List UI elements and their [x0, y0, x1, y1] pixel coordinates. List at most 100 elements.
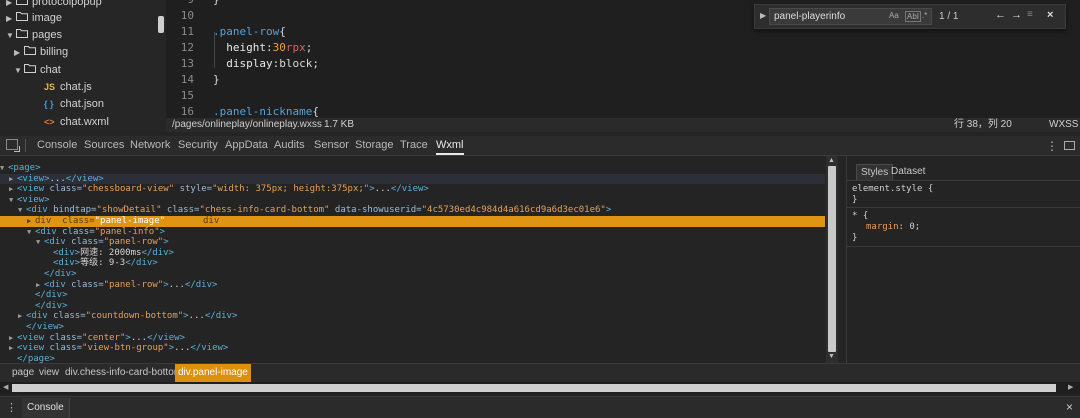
attribute-name: bindtap= [47, 205, 97, 216]
expanded-arrow-icon[interactable]: ▼ [9, 195, 17, 206]
code-token: rpx [285, 41, 306, 54]
more-options-icon[interactable]: ⋮ [1046, 139, 1058, 153]
line-number: 12 [180, 41, 194, 54]
collapsed-arrow-icon[interactable]: ▶ [18, 311, 26, 322]
wxml-node[interactable]: ▶ <view class="chessboard-view" style="wi… [0, 184, 825, 195]
expanded-arrow-icon[interactable]: ▼ [36, 237, 44, 248]
wxml-node[interactable]: </page> [0, 354, 825, 363]
wxml-node[interactable]: ▶ <div class="panel-row">...</div> [0, 280, 825, 291]
scroll-left-icon[interactable]: ◀ [3, 383, 8, 391]
language-mode[interactable]: WXSS [1049, 118, 1078, 132]
tab-sources[interactable]: Sources [84, 136, 124, 155]
expand-replace-icon[interactable]: ▶ [760, 11, 766, 20]
expanded-arrow-icon[interactable]: ▼ [27, 227, 35, 238]
tab-appdata[interactable]: AppData [225, 136, 268, 155]
tree-scrollbar-thumb[interactable] [158, 16, 164, 33]
tab-dataset[interactable]: Dataset [887, 164, 929, 180]
tab-security[interactable]: Security [178, 136, 218, 155]
match-case-toggle[interactable]: Aa [889, 11, 899, 20]
drawer-tab-console[interactable]: Console [22, 398, 70, 418]
wxml-tree[interactable]: ▼ <page> ▶ <view>...</view> ▶ <view class="ch… [0, 156, 825, 363]
next-match-icon[interactable]: → [1011, 9, 1022, 21]
cursor-position[interactable]: 行 38，列 20 [954, 118, 1012, 132]
wxml-node[interactable]: </div> [0, 301, 825, 312]
dock-side-icon[interactable] [1064, 141, 1075, 150]
wxml-node[interactable]: ▼ <div class="panel-info"> [0, 227, 825, 238]
wxml-node[interactable]: </view> [0, 322, 825, 333]
breadcrumb-item[interactable]: page [12, 364, 34, 382]
code-line[interactable]: } [213, 72, 220, 88]
collapsed-arrow-icon[interactable]: ▶ [36, 280, 44, 291]
tab-storage[interactable]: Storage [355, 136, 394, 155]
breadcrumb-item[interactable]: view [39, 364, 59, 382]
tree-item[interactable]: JS chat.js [34, 79, 92, 96]
inspect-element-icon[interactable] [6, 139, 20, 152]
collapsed-arrow-icon[interactable]: ▶ [14, 44, 24, 61]
close-drawer-icon[interactable]: × [1066, 400, 1073, 414]
tab-network[interactable]: Network [130, 136, 170, 155]
tab-trace[interactable]: Trace [400, 136, 428, 155]
find-in-selection-icon[interactable]: ≡ [1027, 9, 1033, 20]
wxml-node[interactable]: <div>网速: 2000ms</div> [0, 248, 825, 259]
collapsed-arrow-icon[interactable]: ▶ [9, 184, 17, 195]
tree-item[interactable]: ▶ image [6, 10, 62, 27]
whole-word-toggle[interactable]: AbI [905, 11, 922, 22]
tab-wxml[interactable]: Wxml [436, 136, 464, 155]
expanded-arrow-icon[interactable]: ▼ [18, 205, 26, 216]
code-line[interactable]: } [213, 0, 220, 8]
scroll-down-icon[interactable]: ▼ [828, 353, 835, 360]
expanded-arrow-icon[interactable]: ▼ [6, 27, 16, 44]
wxml-node[interactable]: </div> [0, 290, 825, 301]
code-line[interactable]: display:block; [213, 56, 319, 72]
tab-sensor[interactable]: Sensor [314, 136, 349, 155]
line-number: 14 [180, 73, 194, 86]
wxml-node[interactable]: ▼ <view> [0, 195, 825, 206]
code-line[interactable]: height:30rpx; [213, 40, 312, 56]
attribute-value: "view-btn-group" [82, 343, 169, 354]
scroll-thumb[interactable] [828, 166, 836, 352]
collapsed-arrow-icon[interactable]: ▶ [9, 343, 17, 354]
wxml-node[interactable]: ▼ <div bindtap="showDetail" class="chess-… [0, 205, 825, 216]
collapsed-arrow-icon[interactable]: ▶ [9, 333, 17, 344]
scroll-up-icon[interactable]: ▲ [828, 157, 835, 164]
attribute-value: "width: 375px; height:375px;" [212, 184, 370, 195]
close-find-icon[interactable]: × [1047, 9, 1053, 21]
wxml-node[interactable]: ▶ <view>...</view> [0, 173, 825, 185]
wxml-node[interactable]: ▶ <view class="center">...</view> [0, 333, 825, 344]
tree-item[interactable]: ▶ billing [14, 44, 68, 61]
rule-value[interactable]: : 0; [899, 222, 921, 232]
rule-declaration[interactable]: margin: 0; [866, 222, 920, 233]
tree-item[interactable]: ▼ pages [6, 27, 62, 44]
tab-console[interactable]: Console [37, 136, 77, 155]
wxml-node[interactable]: ▶ <div class="countdown-bottom">...</div> [0, 311, 825, 322]
code-line[interactable]: .panel-row{ [213, 24, 286, 40]
tree-item[interactable]: ▼ chat [14, 62, 61, 79]
collapsed-arrow-icon[interactable]: ▶ [27, 216, 35, 227]
previous-match-icon[interactable]: ← [995, 9, 1006, 21]
folder-open-icon [16, 27, 32, 44]
tab-audits[interactable]: Audits [274, 136, 305, 155]
wxml-node[interactable]: </div> [0, 269, 825, 280]
tree-item[interactable]: <> chat.wxml [34, 114, 109, 131]
wxml-node[interactable]: ▼ <page> [0, 163, 825, 174]
wxml-node[interactable]: ▶ <view class="view-btn-group">...</view> [0, 343, 825, 354]
wxml-node[interactable]: <div>等级: 9-3</div> [0, 258, 825, 269]
wxml-vertical-scrollbar[interactable]: ▲ ▼ [826, 156, 838, 363]
breadcrumb-item-active[interactable]: div.panel-image [175, 364, 251, 382]
breadcrumb-item[interactable]: div.chess-info-card-bottom [65, 364, 182, 382]
scroll-right-icon[interactable]: ▶ [1068, 383, 1073, 391]
collapsed-arrow-icon[interactable]: ▶ [6, 10, 16, 27]
wxml-node-selected[interactable]: ▶ div class="panel-image" div [0, 216, 825, 227]
drawer-menu-icon[interactable]: ⋮ [6, 401, 17, 414]
regex-toggle[interactable]: .* [922, 11, 927, 20]
tree-item[interactable]: { } chat.json [34, 96, 104, 113]
wxml-node[interactable]: ▼ <div class="panel-row"> [0, 237, 825, 248]
expanded-arrow-icon[interactable]: ▼ [0, 163, 8, 174]
hscroll-thumb[interactable] [12, 384, 1056, 392]
collapsed-arrow-icon[interactable]: ▶ [9, 174, 17, 185]
find-widget: ▶ panel-playerinfo Aa AbI .* 1 / 1 ← → ≡… [754, 4, 1066, 29]
code-line[interactable]: .panel-nickname{ [213, 104, 319, 118]
horizontal-scrollbar[interactable]: ◀ ▶ [0, 382, 1080, 394]
attribute-name: class= [161, 205, 200, 216]
expanded-arrow-icon[interactable]: ▼ [14, 62, 24, 79]
